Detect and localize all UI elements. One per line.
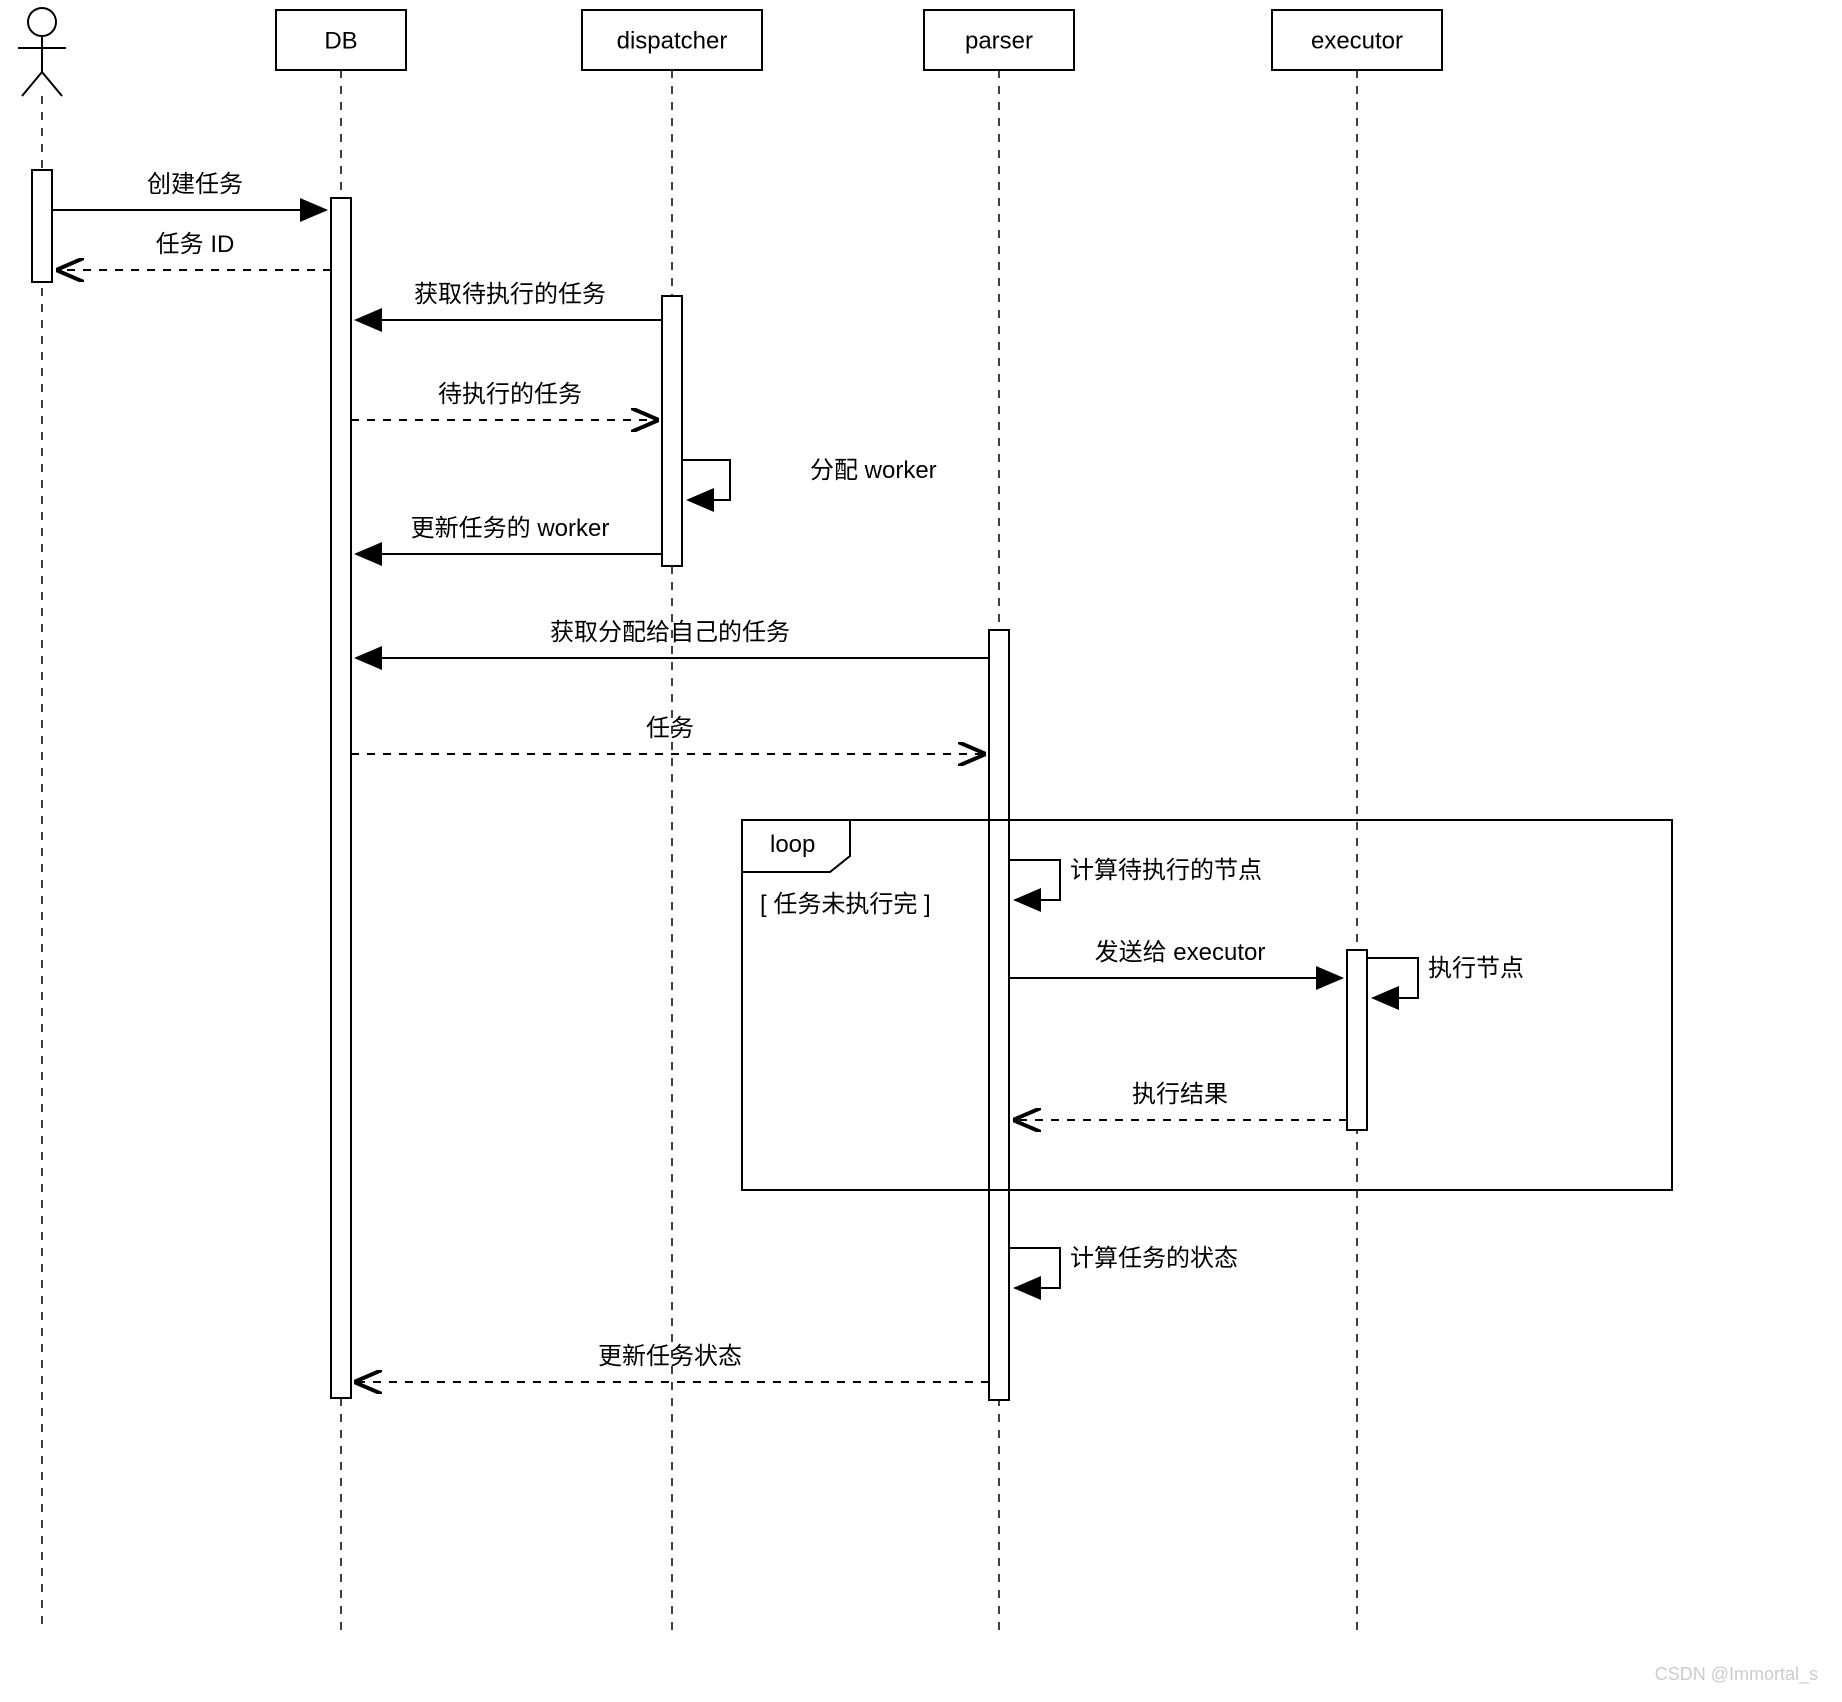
svg-text:更新任务状态: 更新任务状态 (598, 1343, 742, 1370)
msg-assign-worker: 分配 worker (682, 457, 937, 500)
executor-label: executor (1311, 27, 1403, 54)
svg-text:待执行的任务: 待执行的任务 (438, 381, 582, 408)
watermark: CSDN @Immortal_s (1655, 1664, 1818, 1685)
actor-activation (32, 170, 52, 282)
loop-label: loop (770, 831, 815, 858)
svg-text:创建任务: 创建任务 (147, 171, 243, 198)
parser-label: parser (965, 27, 1033, 54)
db-label: DB (324, 27, 357, 54)
svg-text:执行节点: 执行节点 (1428, 955, 1524, 982)
msg-update-worker: 更新任务的 worker (356, 515, 662, 554)
executor-activation (1347, 950, 1367, 1130)
participant-executor: executor (1272, 10, 1442, 70)
msg-send-executor: 发送给 executor (1009, 939, 1342, 978)
svg-text:获取分配给自己的任务: 获取分配给自己的任务 (550, 619, 790, 646)
dispatcher-activation (662, 296, 682, 566)
db-activation (331, 198, 351, 1398)
parser-activation (989, 630, 1009, 1400)
msg-create-task: 创建任务 (52, 171, 326, 210)
svg-text:计算待执行的节点: 计算待执行的节点 (1070, 857, 1262, 884)
participant-dispatcher: dispatcher (582, 10, 762, 70)
svg-text:发送给 executor: 发送给 executor (1095, 939, 1266, 966)
msg-pending-tasks: 待执行的任务 (351, 381, 657, 420)
msg-task-id: 任务 ID (58, 231, 331, 270)
loop-condition: [ 任务未执行完 ] (760, 891, 931, 918)
dispatcher-label: dispatcher (617, 27, 728, 54)
svg-text:分配 worker: 分配 worker (810, 457, 937, 484)
msg-exec-result: 执行结果 (1015, 1081, 1347, 1120)
msg-execute-node: 执行节点 (1367, 955, 1524, 998)
actor (18, 8, 66, 96)
msg-task: 任务 (351, 715, 984, 754)
svg-text:更新任务的 worker: 更新任务的 worker (411, 515, 610, 542)
msg-compute-nodes: 计算待执行的节点 (1009, 857, 1262, 900)
svg-text:获取待执行的任务: 获取待执行的任务 (414, 281, 606, 308)
msg-compute-status: 计算任务的状态 (1009, 1245, 1238, 1288)
svg-text:计算任务的状态: 计算任务的状态 (1070, 1245, 1238, 1272)
msg-update-status: 更新任务状态 (356, 1343, 989, 1382)
sequence-diagram: DB dispatcher parser executor 创建任务 任务 ID… (0, 0, 1842, 1702)
svg-text:任务 ID: 任务 ID (156, 231, 235, 258)
svg-text:任务: 任务 (646, 715, 694, 742)
svg-text:执行结果: 执行结果 (1132, 1081, 1228, 1108)
participant-db: DB (276, 10, 406, 70)
participant-parser: parser (924, 10, 1074, 70)
msg-get-pending: 获取待执行的任务 (356, 281, 662, 320)
